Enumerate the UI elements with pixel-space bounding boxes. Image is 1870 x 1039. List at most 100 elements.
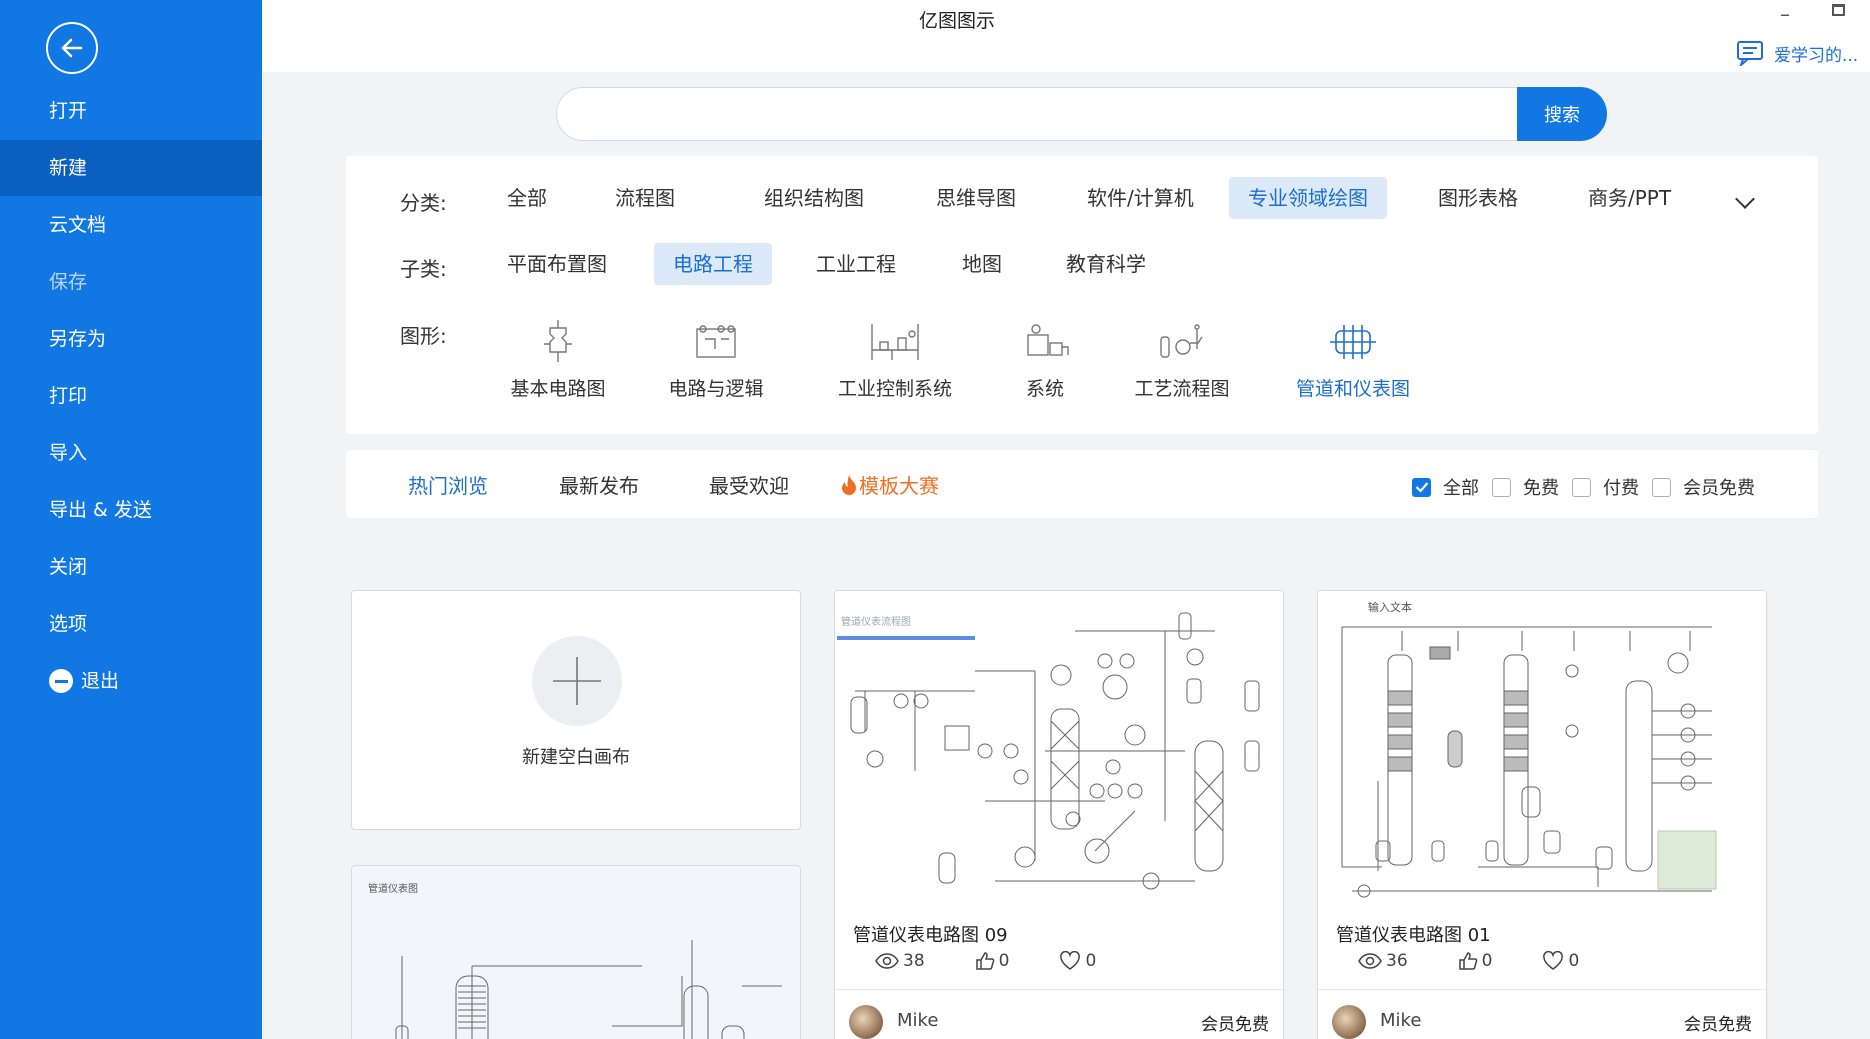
shape-label: 图形: [400, 324, 447, 348]
filter-all-label: 全部 [1443, 478, 1479, 499]
shape-system-label: 系统 [1025, 378, 1064, 400]
checkbox-icon [1652, 477, 1671, 497]
category-mind-map[interactable]: 思维导图 [917, 177, 1035, 219]
category-graphic-tables[interactable]: 图形表格 [1419, 177, 1537, 219]
views-count: 36 [1386, 951, 1408, 971]
category-software[interactable]: 软件/计算机 [1068, 177, 1213, 219]
author-name[interactable]: Mike [1380, 1010, 1421, 1031]
category-business-ppt[interactable]: 商务/PPT [1569, 177, 1690, 219]
shape-circuit-logic[interactable]: 电路与逻辑 [664, 318, 768, 401]
likes-stat[interactable]: 0 [975, 951, 1010, 971]
subcategory-floor-plan[interactable]: 平面布置图 [488, 243, 626, 285]
avatar[interactable] [1332, 1005, 1366, 1039]
fire-icon [842, 474, 856, 495]
tab-most-liked[interactable]: 最受欢迎 [709, 470, 789, 499]
template-title[interactable]: 管道仪表电路图 01 [1336, 921, 1491, 947]
sidebar-item-close[interactable]: 关闭 [0, 539, 262, 595]
category-flowchart[interactable]: 流程图 [596, 177, 694, 219]
system-icon [1027, 324, 1069, 356]
shape-industrial-control[interactable]: 工业控制系统 [832, 318, 958, 401]
new-blank-canvas-card[interactable]: 新建空白画布 [351, 590, 801, 830]
favorites-stat[interactable]: 0 [1542, 951, 1579, 971]
subcategory-industrial[interactable]: 工业工程 [797, 243, 915, 285]
thumbs-up-icon [1458, 952, 1478, 970]
sidebar-item-exit[interactable]: 退出 [0, 653, 262, 709]
circuit-logic-icon [696, 325, 736, 358]
template-card[interactable]: 输入文本 管道仪表电路图 01 36 0 0 Mike 会员免费 [1317, 590, 1767, 1039]
eye-icon [875, 953, 899, 969]
template-stats: 36 0 0 [1358, 951, 1629, 971]
card-footer: Mike 会员免费 [835, 989, 1283, 1039]
tab-popular[interactable]: 热门浏览 [408, 470, 488, 499]
sidebar: 打开 新建 云文档 保存 另存为 打印 导入 导出 & 发送 关闭 选项 退出 [0, 0, 262, 1039]
shape-process-flow-label: 工艺流程图 [1134, 378, 1230, 400]
card-footer: Mike 会员免费 [1318, 989, 1766, 1039]
search-button[interactable]: 搜索 [1517, 87, 1607, 141]
maximize-button[interactable] [1832, 4, 1845, 16]
back-button[interactable] [46, 22, 98, 74]
industrial-control-icon [871, 324, 919, 360]
category-professional[interactable]: 专业领域绘图 [1229, 177, 1387, 219]
sidebar-item-open[interactable]: 打开 [0, 83, 262, 139]
sidebar-item-import[interactable]: 导入 [0, 425, 262, 481]
eye-icon [1358, 953, 1382, 969]
template-title[interactable]: 管道仪表电路图 09 [853, 921, 1008, 947]
sidebar-item-new[interactable]: 新建 [0, 140, 262, 196]
new-blank-label: 新建空白画布 [522, 747, 630, 768]
shape-basic-circuit-label: 基本电路图 [510, 378, 606, 400]
help-link[interactable]: 爱学习的... [1736, 40, 1858, 66]
filter-paid[interactable]: 付费 [1572, 474, 1639, 500]
minimize-button[interactable]: – [1780, 2, 1790, 26]
exit-label: 退出 [81, 670, 120, 692]
sidebar-item-export-send[interactable]: 导出 & 发送 [0, 482, 262, 538]
template-thumbnail: 输入文本 [1318, 591, 1766, 907]
filter-paid-label: 付费 [1603, 478, 1639, 499]
avatar[interactable] [849, 1005, 883, 1039]
sidebar-item-save-as[interactable]: 另存为 [0, 311, 262, 367]
likes-stat[interactable]: 0 [1458, 951, 1493, 971]
app-title: 亿图图示 [918, 10, 995, 32]
tab-template-contest[interactable]: 模板大赛 [839, 470, 939, 499]
basic-circuit-icon [544, 320, 572, 362]
views-stat: 38 [875, 951, 925, 971]
author-name[interactable]: Mike [897, 1010, 938, 1031]
shape-process-flow[interactable]: 工艺流程图 [1130, 318, 1234, 401]
search-box [556, 87, 1518, 141]
filter-all[interactable]: 全部 [1412, 474, 1479, 500]
filter-member-free-label: 会员免费 [1683, 478, 1755, 499]
price-badge: 会员免费 [1684, 1015, 1752, 1035]
likes-count: 0 [1481, 951, 1493, 971]
subcategory-label: 子类: [400, 257, 447, 281]
template-card[interactable]: 管道仪表图 [351, 865, 801, 1039]
title-bar: 亿图图示 – 爱学习的... [262, 0, 1870, 72]
template-card[interactable]: 管道仪表流程图 管道仪表电路图 09 38 0 0 Mike 会员免费 [834, 590, 1284, 1039]
subcategory-education[interactable]: 教育科学 [1047, 243, 1165, 285]
category-all[interactable]: 全部 [488, 177, 566, 219]
likes-count: 0 [998, 951, 1010, 971]
shape-basic-circuit[interactable]: 基本电路图 [506, 318, 610, 401]
sidebar-item-options[interactable]: 选项 [0, 596, 262, 652]
subcategory-circuit[interactable]: 电路工程 [654, 243, 772, 285]
favorites-stat[interactable]: 0 [1059, 951, 1096, 971]
tab-latest[interactable]: 最新发布 [559, 470, 639, 499]
filter-member-free[interactable]: 会员免费 [1652, 474, 1755, 500]
price-badge: 会员免费 [1201, 1015, 1269, 1035]
shape-piping-instrument[interactable]: 管道和仪表图 [1290, 318, 1416, 401]
subcategory-map[interactable]: 地图 [943, 243, 1021, 285]
sidebar-item-print[interactable]: 打印 [0, 368, 262, 424]
shape-system[interactable]: 系统 [1010, 318, 1080, 401]
tabs-panel: 热门浏览 最新发布 最受欢迎 模板大赛 全部 免费 付费 会员免费 [346, 450, 1818, 518]
category-org-chart[interactable]: 组织结构图 [745, 177, 883, 219]
category-label: 分类: [400, 191, 447, 215]
plus-icon [532, 636, 622, 726]
favorites-count: 0 [1568, 951, 1580, 971]
favorites-count: 0 [1085, 951, 1097, 971]
thumbs-up-icon [975, 952, 995, 970]
chevron-down-icon[interactable] [1735, 189, 1755, 209]
search-input[interactable] [557, 88, 1517, 140]
sidebar-item-cloud-docs[interactable]: 云文档 [0, 197, 262, 253]
views-count: 38 [903, 951, 925, 971]
filter-free[interactable]: 免费 [1492, 474, 1559, 500]
sidebar-item-save[interactable]: 保存 [0, 254, 262, 310]
shape-circuit-logic-label: 电路与逻辑 [668, 378, 764, 400]
